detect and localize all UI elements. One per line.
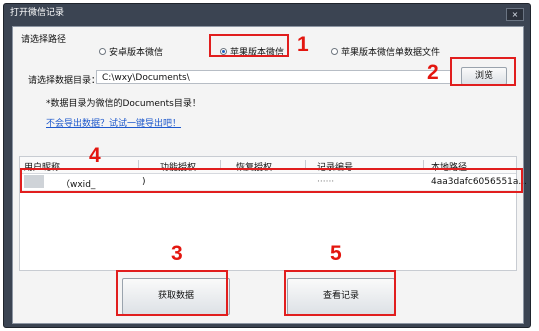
radio-apple-single-file[interactable]: 苹果版本微信单数据文件 <box>331 45 440 58</box>
radio-single-label: 苹果版本微信单数据文件 <box>341 48 441 58</box>
title-bar: 打开微信记录 × <box>4 4 530 23</box>
close-icon[interactable]: × <box>506 8 524 21</box>
directory-input[interactable]: C:\wxy\Documents\ <box>96 70 451 84</box>
annotation-box-2 <box>450 57 516 86</box>
radio-android-icon <box>99 48 106 55</box>
annotation-number-3: 3 <box>171 242 183 265</box>
annotation-box-5 <box>284 270 396 316</box>
annotation-box-4 <box>20 168 523 193</box>
radio-android-wechat[interactable]: 安卓版本微信 <box>99 45 163 58</box>
path-group-label: 请选择路径 <box>21 35 67 45</box>
annotation-number-1: 1 <box>297 33 309 56</box>
annotation-number-2: 2 <box>427 61 439 84</box>
note-text: *数据目录为微信的Documents目录！ <box>46 99 201 109</box>
directory-label: 请选择数据目录： <box>28 76 101 86</box>
radio-single-icon <box>331 48 338 55</box>
window-title: 打开微信记录 <box>10 8 65 18</box>
annotation-number-4: 4 <box>89 144 101 167</box>
annotation-number-5: 5 <box>330 242 342 265</box>
radio-android-label: 安卓版本微信 <box>109 48 164 58</box>
export-help-link[interactable]: 不会导出数据？试试一键导出吧！ <box>46 116 181 129</box>
annotation-box-3 <box>116 270 228 316</box>
annotation-box-1 <box>209 34 289 57</box>
